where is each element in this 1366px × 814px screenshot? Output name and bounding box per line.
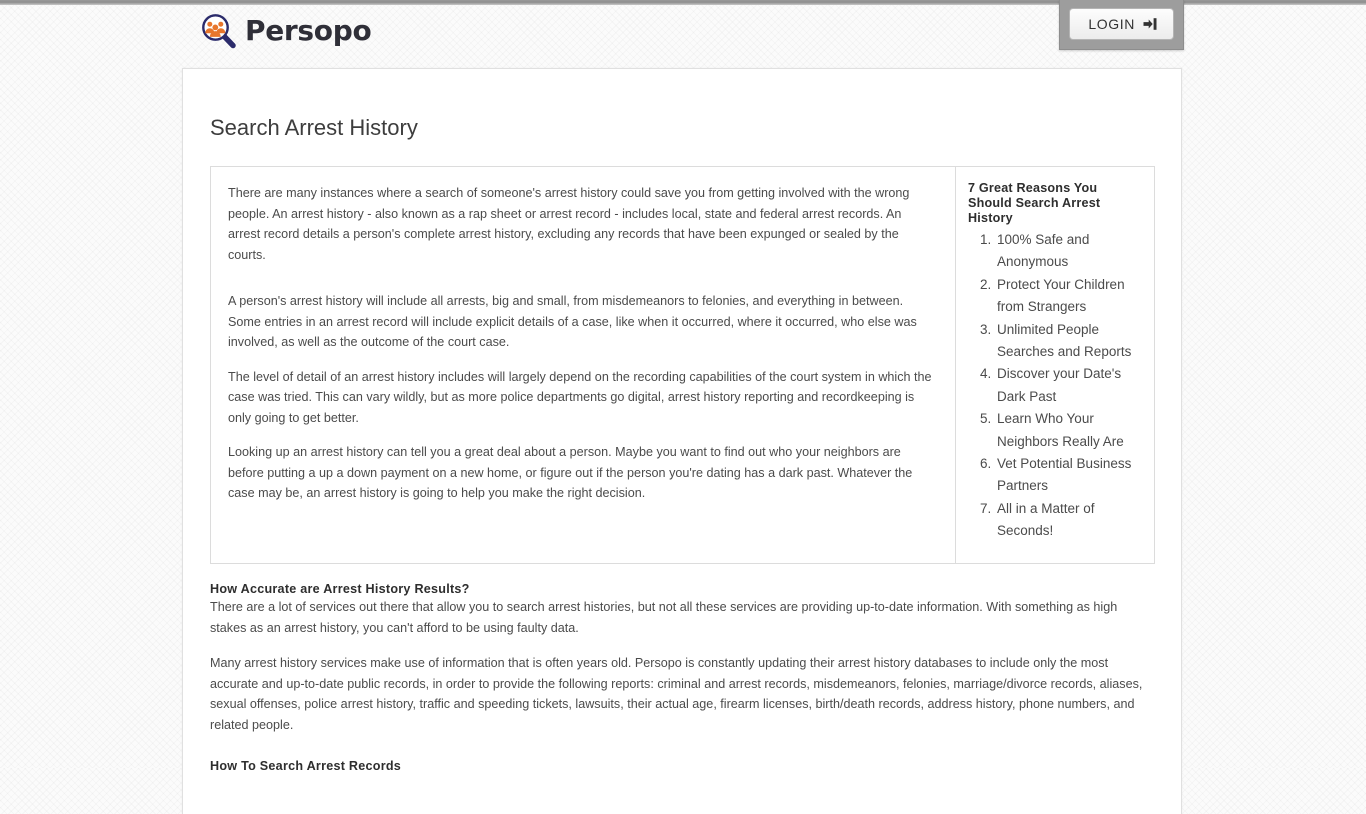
list-item: Unlimited People Searches and Reports — [995, 319, 1144, 364]
section-heading-how-to-search: How To Search Arrest Records — [210, 759, 402, 773]
intro-paragraph: Looking up an arrest history can tell yo… — [228, 445, 913, 500]
section-heading-accuracy: How Accurate are Arrest History Results? — [210, 582, 470, 596]
section-paragraph: Many arrest history services make use of… — [210, 656, 1143, 732]
intro-info-box: There are many instances where a search … — [210, 166, 1155, 564]
list-item: Protect Your Children from Strangers — [995, 274, 1144, 319]
reasons-sidebar: 7 Great Reasons You Should Search Arrest… — [955, 167, 1154, 563]
main-content-card: Search Arrest History There are many ins… — [182, 68, 1182, 814]
list-item: All in a Matter of Seconds! — [995, 498, 1144, 543]
list-item: Discover your Date's Dark Past — [995, 363, 1144, 408]
intro-paragraph: A person's arrest history will include a… — [228, 294, 917, 349]
brand-name: Persopo — [245, 14, 372, 47]
reasons-sidebar-title: 7 Great Reasons You Should Search Arrest… — [968, 181, 1101, 225]
sign-in-arrow-icon — [1143, 17, 1157, 31]
list-item: Vet Potential Business Partners — [995, 453, 1144, 498]
brand-logo-link[interactable]: Persopo — [200, 12, 372, 50]
magnifier-people-logo-icon — [200, 12, 238, 50]
article-sections: How Accurate are Arrest History Results?… — [183, 564, 1181, 814]
login-button-container: LOGIN — [1059, 0, 1184, 50]
intro-text-column: There are many instances where a search … — [211, 167, 955, 563]
login-button[interactable]: LOGIN — [1069, 8, 1174, 40]
site-header: Persopo LOGIN — [0, 0, 1366, 60]
reasons-list: 100% Safe and Anonymous Protect Your Chi… — [968, 229, 1144, 543]
list-item: 100% Safe and Anonymous — [995, 229, 1144, 274]
intro-paragraph: The level of detail of an arrest history… — [228, 369, 932, 425]
login-button-label: LOGIN — [1088, 16, 1135, 32]
page-title: Search Arrest History — [210, 115, 418, 140]
section-paragraph: There are a lot of services out there th… — [210, 600, 1118, 635]
list-item: Learn Who Your Neighbors Really Are — [995, 408, 1144, 453]
intro-paragraph: There are many instances where a search … — [228, 186, 910, 262]
